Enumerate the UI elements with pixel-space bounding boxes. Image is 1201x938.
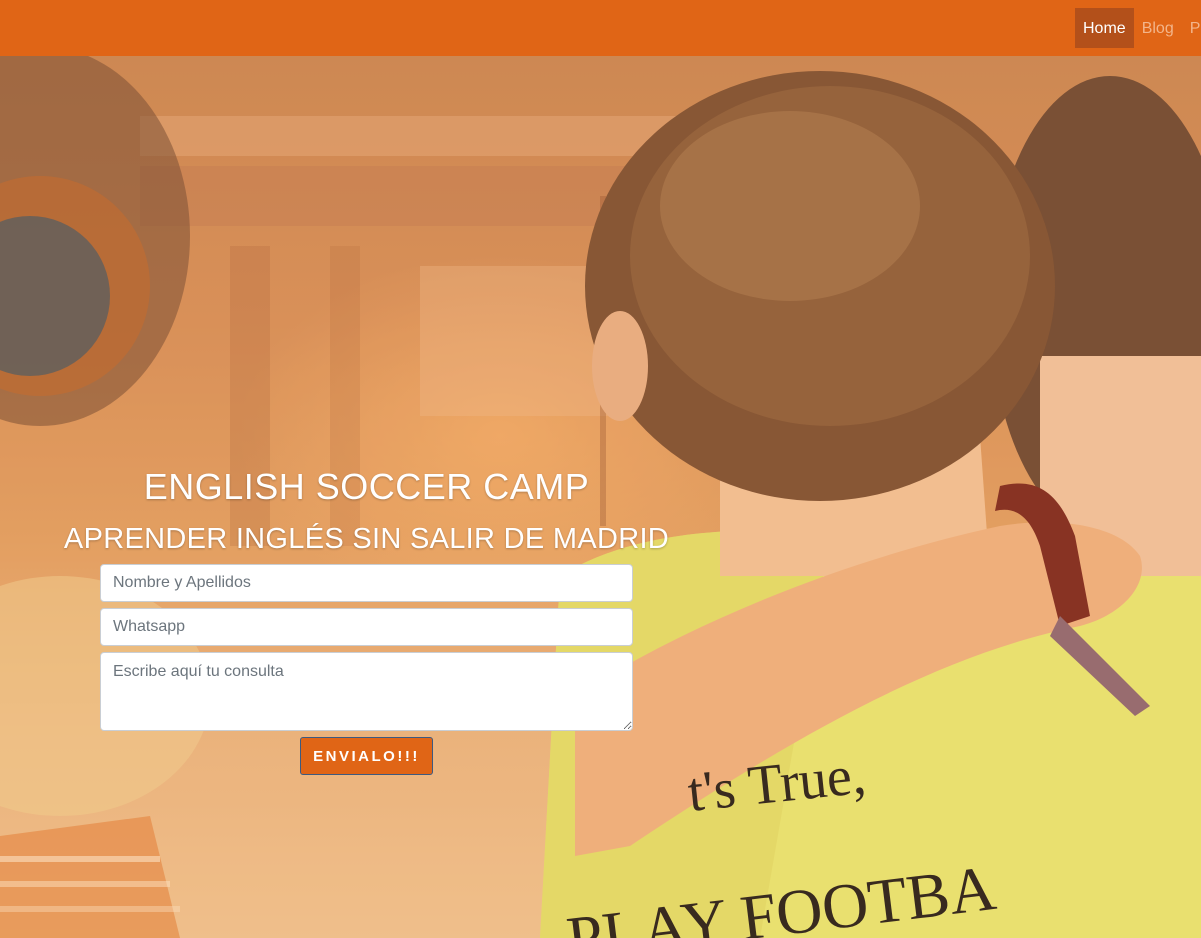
whatsapp-field[interactable] <box>100 608 633 646</box>
nav-menu: Home Blog P <box>1075 8 1201 48</box>
contact-form: ENVIALO!!! <box>100 564 633 775</box>
name-field[interactable] <box>100 564 633 602</box>
submit-button[interactable]: ENVIALO!!! <box>300 737 433 775</box>
nav-item-home[interactable]: Home <box>1075 8 1134 48</box>
nav-item-truncated[interactable]: P <box>1182 8 1201 48</box>
nav-item-blog[interactable]: Blog <box>1134 8 1182 48</box>
submit-row: ENVIALO!!! <box>100 737 633 775</box>
top-navbar: Home Blog P <box>0 0 1201 56</box>
hero-subtitle: APRENDER INGLÉS SIN SALIR DE MADRID <box>63 523 670 555</box>
page: Home Blog P t's True, PLAY FOOTBA ENGLIS… <box>0 0 1201 938</box>
message-field[interactable] <box>100 652 633 731</box>
hero-title: ENGLISH SOCCER CAMP <box>143 466 590 507</box>
